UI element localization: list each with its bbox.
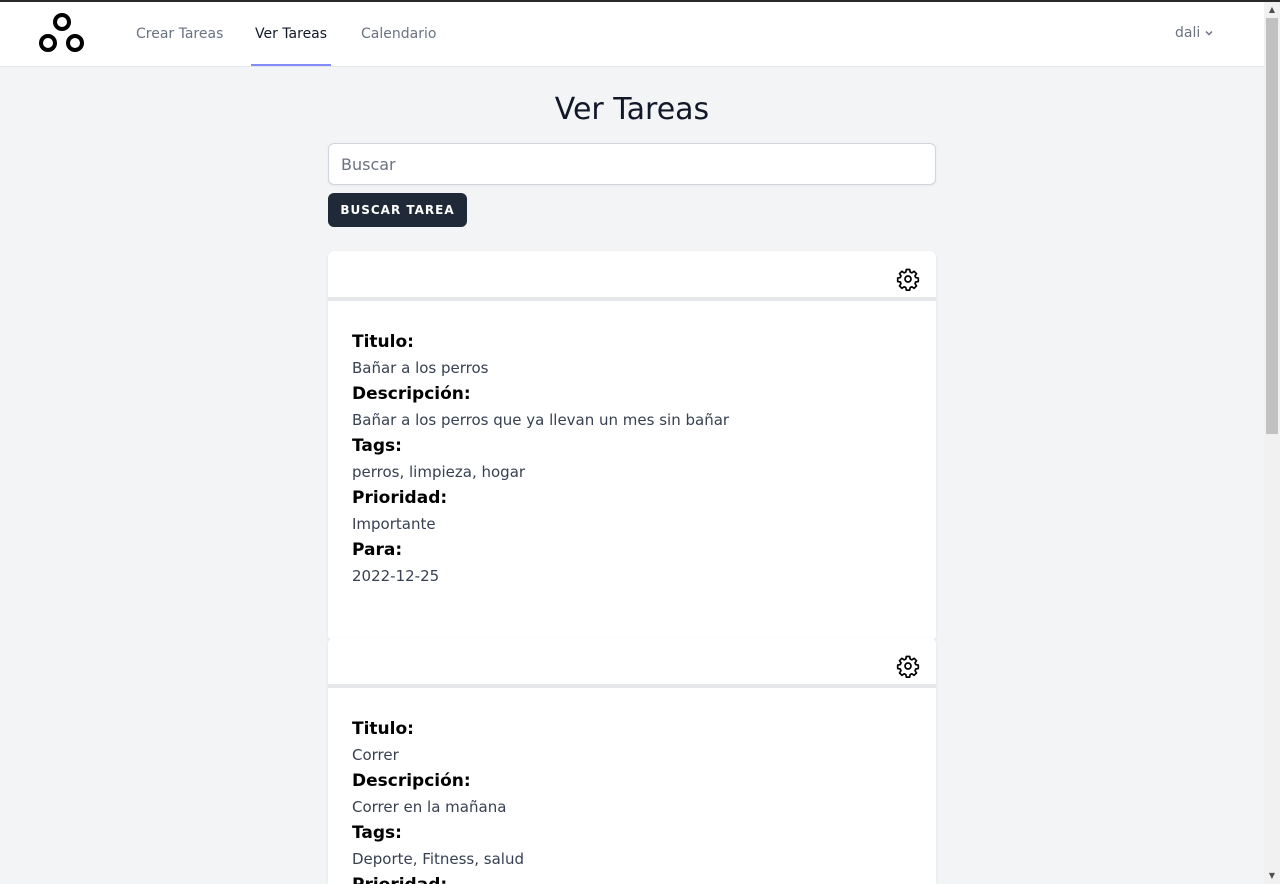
logo-icon[interactable]: [38, 12, 86, 56]
user-menu[interactable]: dali: [1175, 2, 1214, 66]
titulo-label: Titulo:: [352, 332, 414, 352]
prioridad-label: Prioridad:: [352, 872, 912, 884]
task-card-header: [328, 251, 936, 301]
titulo-value: Correr: [352, 746, 399, 764]
nav-link-ver-tareas[interactable]: Ver Tareas: [251, 2, 332, 66]
top-navbar: Crear Tareas Ver Tareas Calendario dali: [0, 2, 1264, 67]
descripcion-label: Descripción:: [352, 771, 471, 791]
nav-link-calendario[interactable]: Calendario: [361, 2, 436, 66]
para-value: 2022-12-25: [352, 567, 440, 585]
descripcion-label: Descripción:: [352, 384, 471, 404]
descripcion-value: Correr en la mañana: [352, 798, 507, 816]
task-card: Titulo: Correr Descripción: Correr en la…: [328, 638, 936, 884]
chevron-down-icon: [1205, 30, 1213, 36]
scroll-down-arrow-icon[interactable]: ▼: [1264, 868, 1280, 884]
task-card-header: [328, 638, 936, 688]
tags-label: Tags:: [352, 436, 402, 456]
para-label: Para:: [352, 540, 403, 560]
gear-icon[interactable]: [896, 654, 920, 678]
nav-link-crear-tareas[interactable]: Crear Tareas: [136, 2, 223, 66]
tags-value: perros, limpieza, hogar: [352, 463, 526, 481]
titulo-value: Bañar a los perros: [352, 359, 489, 377]
titulo-label: Titulo:: [352, 719, 414, 739]
gear-icon[interactable]: [896, 267, 920, 291]
user-name: dali: [1175, 25, 1201, 41]
prioridad-value: Importante: [352, 515, 436, 533]
tags-value: Deporte, Fitness, salud: [352, 850, 524, 868]
scroll-up-arrow-icon[interactable]: ▲: [1264, 2, 1280, 18]
search-input[interactable]: [328, 143, 936, 185]
task-card-body: Titulo: Bañar a los perros Descripción: …: [328, 301, 936, 589]
task-card-body: Titulo: Correr Descripción: Correr en la…: [328, 688, 936, 884]
page-scrollbar[interactable]: ▲ ▼: [1264, 2, 1280, 884]
search-task-button[interactable]: BUSCAR TAREA: [328, 193, 467, 227]
task-card: Titulo: Bañar a los perros Descripción: …: [328, 251, 936, 641]
page-title: Ver Tareas: [554, 92, 710, 127]
descripcion-value: Bañar a los perros que ya llevan un mes …: [352, 411, 730, 429]
scrollbar-thumb[interactable]: [1266, 18, 1278, 434]
tags-label: Tags:: [352, 823, 402, 843]
prioridad-label: Prioridad:: [352, 488, 448, 508]
